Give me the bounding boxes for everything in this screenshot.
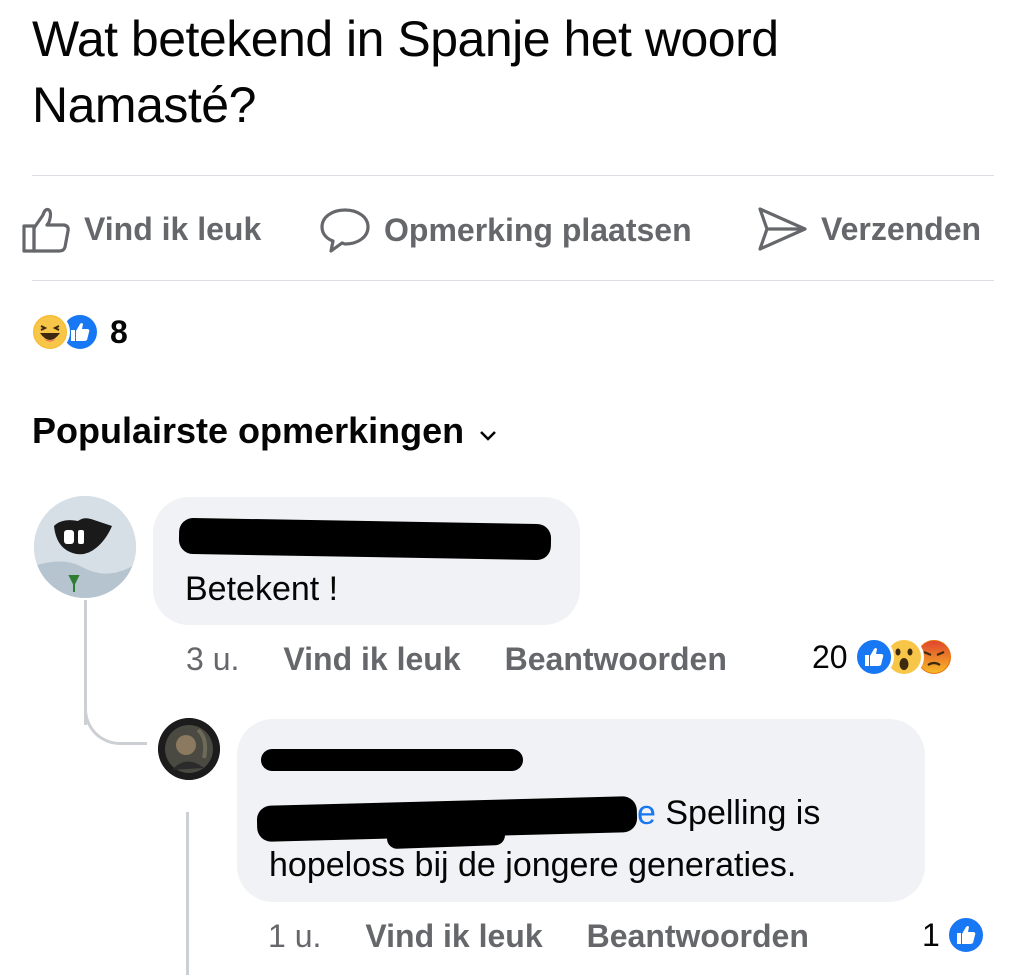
comment-time: 3 u. xyxy=(186,641,240,677)
comments-sort-dropdown[interactable]: Populairste opmerkingen xyxy=(32,410,498,452)
like-icon xyxy=(853,637,894,677)
comment-meta: 3 u. Vind ik leuk Beantwoorden xyxy=(186,641,727,678)
mention-tail[interactable]: e xyxy=(637,794,656,832)
comment-text: Betekent ! xyxy=(185,570,339,608)
comment-reply-link[interactable]: Beantwoorden xyxy=(505,641,727,678)
reply-reply-link[interactable]: Beantwoorden xyxy=(587,918,809,955)
redacted-reply-author xyxy=(261,749,523,771)
comment-reaction-count: 20 xyxy=(812,638,848,675)
divider-top xyxy=(32,175,994,176)
post-text: Wat betekend in Spanje het woord Namasté… xyxy=(32,11,779,133)
comment-label: Opmerking plaatsen xyxy=(384,211,692,248)
thumbs-up-icon xyxy=(20,205,72,253)
reply-commenter-avatar[interactable] xyxy=(158,718,220,780)
comments-sort-label: Populairste opmerkingen xyxy=(32,410,465,451)
reply-time: 1 u. xyxy=(268,918,322,954)
reply-like-link[interactable]: Vind ik leuk xyxy=(365,918,542,955)
comment-bubble: Betekent ! xyxy=(153,497,580,625)
comment-like-link[interactable]: Vind ik leuk xyxy=(283,641,460,678)
thread-connector xyxy=(84,690,147,745)
send-button[interactable]: Verzenden xyxy=(755,205,981,253)
commenter-avatar[interactable] xyxy=(34,496,136,598)
like-button[interactable]: Vind ik leuk xyxy=(20,205,261,253)
reply-bubble: e Spelling is hopeloss bij de jongere ge… xyxy=(237,719,925,902)
like-icon xyxy=(945,915,986,955)
reply-meta: 1 u. Vind ik leuk Beantwoorden xyxy=(268,918,809,955)
redacted-author-name xyxy=(178,517,552,561)
speech-bubble-icon xyxy=(318,205,372,255)
like-label: Vind ik leuk xyxy=(84,210,262,247)
reaction-summary[interactable]: 8 xyxy=(30,312,128,352)
send-arrow-icon xyxy=(755,205,809,253)
reply-reactions[interactable]: 1 xyxy=(922,915,986,955)
reply-thread-line xyxy=(186,812,189,975)
divider-bottom xyxy=(32,280,994,281)
comment-reactions[interactable]: 20 xyxy=(812,637,954,677)
reply-text-line1: e Spelling is xyxy=(637,787,820,839)
reply-text: Spelling is xyxy=(665,794,821,832)
chevron-down-icon xyxy=(478,410,498,452)
reaction-count: 8 xyxy=(110,313,128,350)
send-label: Verzenden xyxy=(821,210,982,247)
reply-reaction-count: 1 xyxy=(922,916,940,953)
reply-text-line2: hopeloss bij de jongere generaties. xyxy=(269,846,797,884)
haha-icon xyxy=(30,312,70,352)
comment-button[interactable]: Opmerking plaatsen xyxy=(318,205,692,255)
